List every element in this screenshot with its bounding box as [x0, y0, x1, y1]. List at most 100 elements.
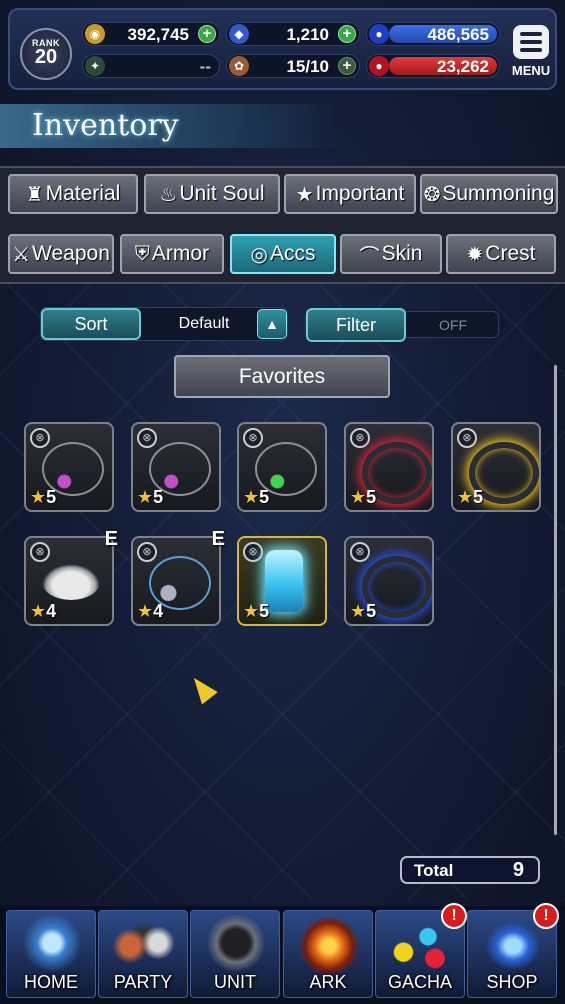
item-slot[interactable]: ⊗ ★4 E — [131, 528, 225, 632]
rarity-star-icon: ★ — [137, 601, 154, 621]
tab-skin[interactable]: ⌒ Skin — [340, 234, 442, 274]
sort-button[interactable]: Sort — [41, 308, 141, 340]
flame-icon: ♨ — [159, 183, 178, 206]
list-scrollbar[interactable] — [554, 365, 557, 835]
tab-crest[interactable]: ✹ Crest — [446, 234, 556, 274]
blue-gauge: ● 486,565 — [366, 22, 500, 46]
hanger-icon: ⌒ — [359, 245, 380, 268]
tab-unit-soul-label: Unit Soul — [179, 182, 265, 205]
item-gold-chain-ring[interactable]: ⊗ ★5 — [451, 422, 541, 512]
equipped-mark: E — [104, 528, 118, 550]
item-slot[interactable]: ⊗ ★5 — [237, 536, 327, 632]
item-necklace-1[interactable]: ⊗ ★5 — [24, 422, 114, 512]
nav-ark[interactable]: ARK — [283, 910, 373, 998]
tab-unit-soul[interactable]: ♨ Unit Soul — [144, 174, 280, 214]
tab-material[interactable]: ♜ Material — [8, 174, 138, 214]
gil-coin-icon: ◉ — [85, 24, 105, 44]
item-necklace-3[interactable]: ⊗ ★5 — [237, 422, 327, 512]
nav-party[interactable]: PARTY — [98, 910, 188, 998]
filter-button[interactable]: Filter — [306, 308, 406, 342]
tab-armor-label: Armor — [151, 242, 210, 265]
item-rarity: ★5 — [30, 487, 56, 508]
item-rarity: ★5 — [350, 601, 376, 622]
item-slot[interactable]: ⊗ ★5 — [131, 422, 221, 518]
gil-counter: ◉ 392,745 + — [82, 22, 220, 46]
filter-control: Filter OFF — [305, 308, 499, 342]
page-title-bar: Inventory — [0, 104, 340, 148]
nav-unit-label: UNIT — [214, 972, 256, 992]
red-orb-icon: ● — [369, 56, 389, 76]
tab-accs[interactable]: ◎ Accs — [230, 234, 336, 274]
item-crystal-vial[interactable]: ⊗ ★5 — [237, 536, 327, 626]
stamina-value: 15/10 — [286, 57, 329, 76]
tab-summoning-label: Summoning — [442, 182, 555, 205]
crystal-icon: ◆ — [229, 24, 249, 44]
menu-label: MENU — [511, 63, 551, 78]
item-slot[interactable]: ⊗ ★5 — [344, 422, 434, 518]
add-crystal-button[interactable]: + — [338, 25, 356, 43]
add-gil-button[interactable]: + — [198, 25, 216, 43]
item-white-hat[interactable]: ⊗ ★4 — [24, 536, 114, 626]
tab-weapon[interactable]: ⚔ Weapon — [8, 234, 114, 274]
item-blue-pendant[interactable]: ⊗ ★4 — [131, 536, 221, 626]
item-red-chain-ring[interactable]: ⊗ ★5 — [344, 422, 434, 512]
lock-icon: ⊗ — [350, 428, 370, 448]
item-necklace-2[interactable]: ⊗ ★5 — [131, 422, 221, 512]
item-rarity-value: 5 — [366, 487, 377, 507]
rarity-star-icon: ★ — [350, 601, 367, 621]
blue-orb-icon: ● — [369, 24, 389, 44]
sort-control: Sort Default ▲ — [40, 307, 288, 341]
item-slot[interactable]: ⊗ ★5 — [24, 422, 114, 518]
status-bar: RANK 20 ◉ 392,745 + ◆ 1,210 + ● 486,565 … — [8, 8, 557, 90]
pointer-cursor-icon — [186, 671, 218, 705]
item-rarity-value: 5 — [366, 601, 377, 621]
category-tabs: ♜ Material ♨ Unit Soul ★ Important ❂ Sum… — [0, 166, 565, 284]
nav-home[interactable]: HOME — [6, 910, 96, 998]
nav-ark-label: ARK — [309, 972, 347, 992]
nav-unit[interactable]: UNIT — [190, 910, 280, 998]
item-slot[interactable]: ⊗ ★5 — [344, 536, 434, 632]
item-rarity-value: 5 — [46, 487, 57, 507]
sword-icon: ⚔ — [12, 243, 31, 266]
home-icon — [17, 915, 87, 977]
tab-armor[interactable]: ⛨ Armor — [120, 234, 224, 274]
item-slot[interactable]: ⊗ ★5 — [451, 422, 541, 518]
tab-weapon-label: Weapon — [32, 242, 110, 265]
shop-alert-badge: ! — [533, 903, 559, 929]
red-gauge-value: 23,262 — [437, 57, 489, 76]
blank-value: -- — [199, 57, 211, 76]
item-rarity: ★5 — [243, 601, 269, 622]
rarity-star-icon: ★ — [30, 487, 47, 507]
item-rarity: ★5 — [243, 487, 269, 508]
item-rarity-value: 4 — [46, 601, 57, 621]
rarity-star-icon: ★ — [137, 487, 154, 507]
star-icon: ★ — [295, 183, 314, 206]
rarity-star-icon: ★ — [243, 487, 260, 507]
item-rarity-value: 5 — [259, 601, 270, 621]
equipped-mark: E — [211, 528, 225, 550]
favorites-button[interactable]: Favorites — [174, 355, 390, 398]
menu-icon — [513, 25, 549, 59]
add-stamina-button[interactable]: + — [338, 57, 356, 75]
crystal-counter: ◆ 1,210 + — [226, 22, 360, 46]
item-slot[interactable]: ⊗ ★4 E — [24, 528, 118, 632]
rarity-star-icon: ★ — [350, 487, 367, 507]
nav-home-label: HOME — [24, 972, 78, 992]
nav-gacha-label: GACHA — [387, 972, 452, 992]
menu-button[interactable]: MENU — [509, 25, 553, 83]
tab-important[interactable]: ★ Important — [284, 174, 416, 214]
lock-icon: ⊗ — [243, 542, 263, 562]
sort-order-toggle[interactable]: ▲ — [257, 309, 287, 339]
lock-icon: ⊗ — [350, 542, 370, 562]
stamina-icon: ✿ — [229, 56, 249, 76]
gil-value: 392,745 — [127, 25, 189, 44]
lock-icon: ⊗ — [243, 428, 263, 448]
hat-icon — [42, 564, 100, 600]
ark-phoenix-icon — [294, 915, 364, 977]
tab-crest-label: Crest — [485, 242, 536, 265]
item-blue-chain-ring[interactable]: ⊗ ★5 — [344, 536, 434, 626]
red-gauge: ● 23,262 — [366, 54, 500, 78]
armor-icon: ⛨ — [134, 242, 150, 265]
tab-summoning[interactable]: ❂ Summoning — [420, 174, 558, 214]
item-slot[interactable]: ⊗ ★5 — [237, 422, 327, 518]
